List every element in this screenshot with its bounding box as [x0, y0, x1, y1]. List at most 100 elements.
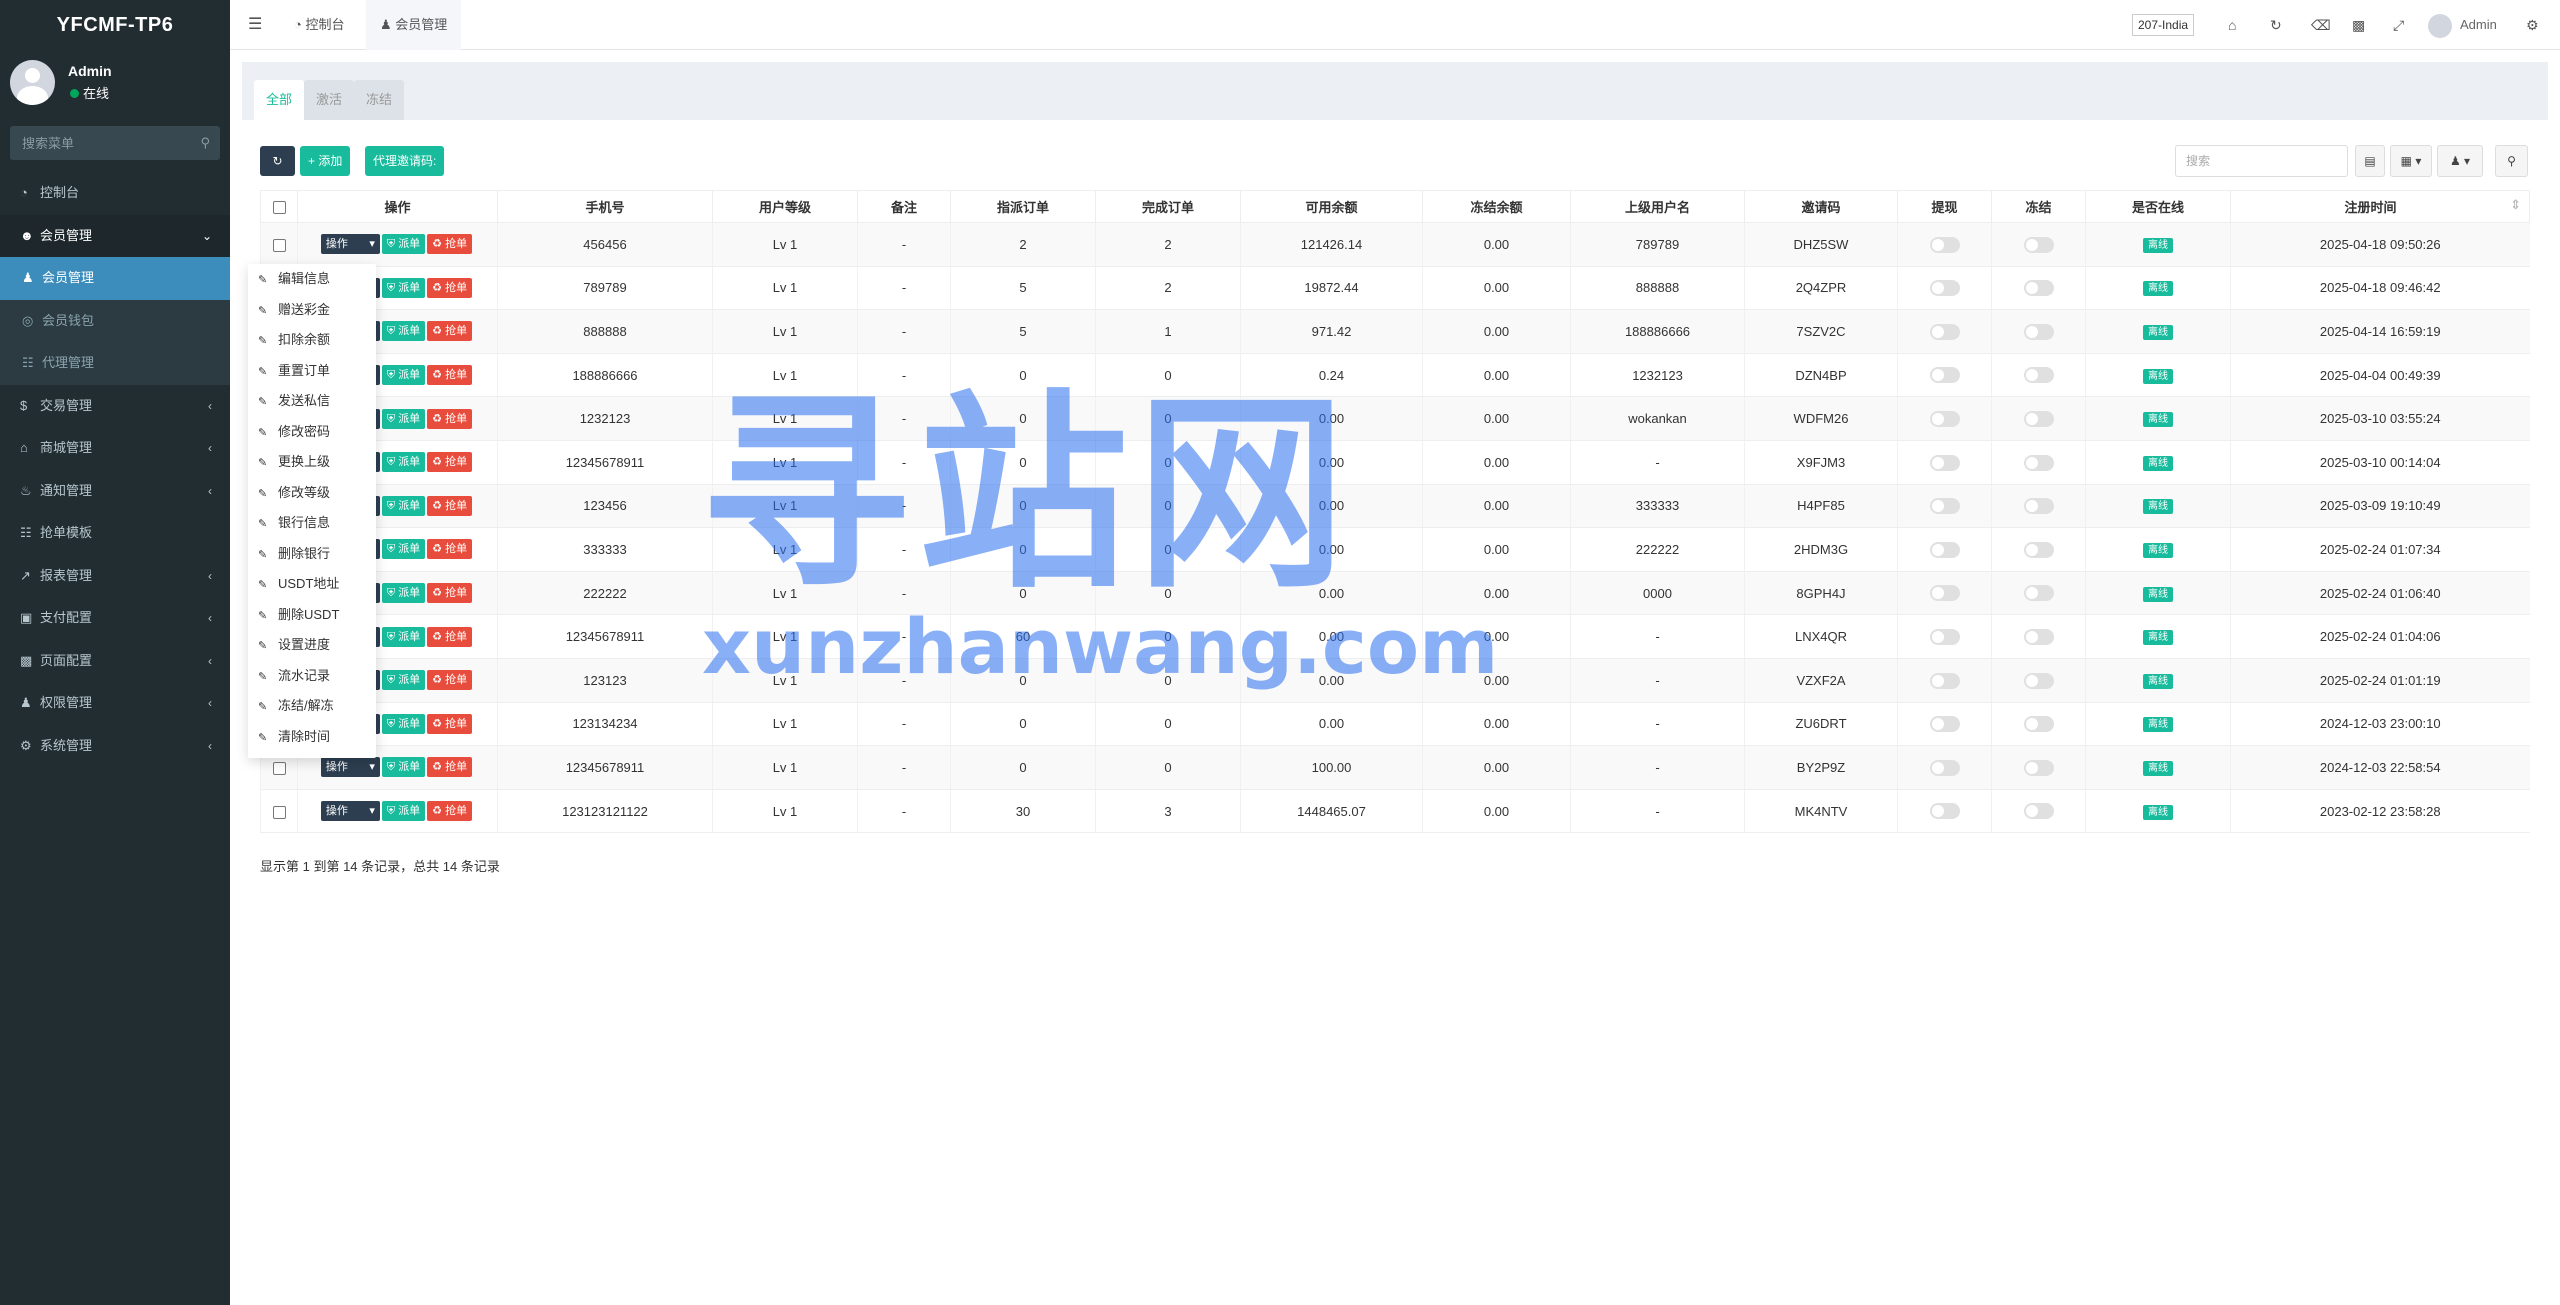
withdraw-toggle[interactable]: [1897, 658, 1992, 703]
sidebar-item-page[interactable]: ▩ 页面配置 ‹: [0, 640, 230, 683]
dispatch-button[interactable]: ⛨ 派单: [381, 583, 426, 604]
sidebar-item-permission[interactable]: ♟ 权限管理 ‹: [0, 682, 230, 725]
dispatch-button[interactable]: ⛨ 派单: [381, 757, 426, 778]
freeze-toggle[interactable]: [1991, 353, 2086, 398]
grab-order-button[interactable]: ♻ 抢单: [427, 277, 473, 298]
dispatch-button[interactable]: ⛨ 派单: [381, 670, 426, 691]
freeze-toggle[interactable]: [1991, 484, 2086, 529]
grab-order-button[interactable]: ♻ 抢单: [427, 452, 473, 473]
freeze-toggle[interactable]: [1991, 222, 2086, 267]
freeze-toggle[interactable]: [1991, 571, 2086, 616]
dropdown-item[interactable]: ✎ 删除USDT: [248, 600, 376, 631]
grab-order-button[interactable]: ♻ 抢单: [427, 626, 473, 647]
withdraw-toggle[interactable]: [1897, 702, 1992, 747]
freeze-toggle[interactable]: [1991, 658, 2086, 703]
freeze-toggle[interactable]: [1991, 396, 2086, 441]
withdraw-toggle[interactable]: [1897, 353, 1992, 398]
grab-order-button[interactable]: ♻ 抢单: [427, 495, 473, 516]
freeze-toggle[interactable]: [1991, 702, 2086, 747]
sidebar-subitem-agent[interactable]: ☷ 代理管理: [0, 342, 230, 385]
sidebar-item-dashboard[interactable]: ◔ 控制台: [0, 172, 230, 215]
dropdown-item[interactable]: ✎ 赠送彩金: [248, 295, 376, 326]
dispatch-button[interactable]: ⛨ 派单: [381, 277, 426, 298]
dispatch-button[interactable]: ⛨ 派单: [381, 626, 426, 647]
refresh-button[interactable]: ↻: [260, 146, 295, 176]
grab-order-button[interactable]: ♻ 抢单: [427, 713, 473, 734]
translate-icon[interactable]: ▩: [2352, 0, 2365, 50]
grab-order-button[interactable]: ♻ 抢单: [427, 321, 473, 342]
sidebar-item-notify[interactable]: ♨ 通知管理 ‹: [0, 470, 230, 513]
row-checkbox[interactable]: [260, 789, 298, 834]
withdraw-toggle[interactable]: [1897, 527, 1992, 572]
dropdown-item[interactable]: ✎ 银行信息: [248, 508, 376, 539]
grab-order-button[interactable]: ♻ 抢单: [427, 801, 473, 822]
sidebar-item-report[interactable]: ↗ 报表管理 ‹: [0, 555, 230, 598]
search-icon[interactable]: ⚲: [200, 135, 210, 151]
sidebar-item-system[interactable]: ⚙ 系统管理 ‹: [0, 725, 230, 768]
sidebar-item-shop[interactable]: ⌂ 商城管理 ‹: [0, 427, 230, 470]
dropdown-item[interactable]: ✎ 修改密码: [248, 417, 376, 448]
sidebar-item-trade[interactable]: $ 交易管理 ‹: [0, 385, 230, 428]
dispatch-button[interactable]: ⛨ 派单: [381, 801, 426, 822]
freeze-toggle[interactable]: [1991, 527, 2086, 572]
dropdown-item[interactable]: ✎ 修改等级: [248, 478, 376, 509]
withdraw-toggle[interactable]: [1897, 571, 1992, 616]
col-header-parent[interactable]: 上级用户名: [1570, 190, 1745, 223]
col-header-freeze[interactable]: 冻结: [1991, 190, 2086, 223]
tab-frozen[interactable]: 冻结: [354, 80, 405, 120]
dropdown-item[interactable]: ✎ 发送私信: [248, 386, 376, 417]
ops-dropdown-button[interactable]: 操作 ▾: [320, 234, 380, 255]
tab-all[interactable]: 全部: [254, 80, 305, 120]
settings-icon[interactable]: ⚙: [2526, 0, 2539, 50]
freeze-toggle[interactable]: [1991, 309, 2086, 354]
grab-order-button[interactable]: ♻ 抢单: [427, 365, 473, 386]
dispatch-button[interactable]: ⛨ 派单: [381, 321, 426, 342]
grab-order-button[interactable]: ♻ 抢单: [427, 234, 473, 255]
sidebar-item-template[interactable]: ☷ 抢单模板: [0, 512, 230, 555]
grab-order-button[interactable]: ♻ 抢单: [427, 757, 473, 778]
table-search-input[interactable]: 搜索: [2175, 145, 2348, 177]
home-icon[interactable]: ⌂: [2228, 0, 2236, 50]
withdraw-toggle[interactable]: [1897, 745, 1992, 790]
col-header-time[interactable]: 注册时间 ⇕: [2230, 190, 2530, 223]
tab-active[interactable]: 激活: [304, 80, 355, 120]
grab-order-button[interactable]: ♻ 抢单: [427, 583, 473, 604]
dispatch-button[interactable]: ⛨ 派单: [381, 452, 426, 473]
freeze-toggle[interactable]: [1991, 614, 2086, 659]
add-button[interactable]: + 添加: [300, 146, 351, 176]
withdraw-toggle[interactable]: [1897, 789, 1992, 834]
table-view-icon[interactable]: ▤: [2355, 145, 2385, 177]
grab-order-button[interactable]: ♻ 抢单: [427, 670, 473, 691]
grab-order-button[interactable]: ♻ 抢单: [427, 539, 473, 560]
app-logo[interactable]: YFCMF-TP6: [0, 0, 230, 50]
fullscreen-icon[interactable]: ⤢: [2393, 0, 2404, 50]
withdraw-toggle[interactable]: [1897, 222, 1992, 267]
dropdown-item[interactable]: ✎ 删除银行: [248, 539, 376, 570]
col-header-balance[interactable]: 可用余额: [1240, 190, 1423, 223]
sidebar-item-member[interactable]: ☻ 会员管理 ⌄: [0, 214, 230, 257]
withdraw-toggle[interactable]: [1897, 396, 1992, 441]
col-header-online[interactable]: 是否在线: [2085, 190, 2231, 223]
row-checkbox[interactable]: [260, 222, 298, 267]
menu-toggle-icon[interactable]: ☰: [248, 0, 262, 50]
col-header-code[interactable]: 邀请码: [1744, 190, 1898, 223]
withdraw-toggle[interactable]: [1897, 440, 1992, 485]
dropdown-item[interactable]: ✎ 清除时间: [248, 722, 376, 753]
sidebar-search-input[interactable]: [10, 126, 220, 160]
dropdown-item[interactable]: ✎ 冻结/解冻: [248, 691, 376, 722]
col-header-level[interactable]: 用户等级: [712, 190, 858, 223]
freeze-toggle[interactable]: [1991, 789, 2086, 834]
dispatch-button[interactable]: ⛨ 派单: [381, 539, 426, 560]
dropdown-item[interactable]: ✎ 流水记录: [248, 661, 376, 692]
dropdown-item[interactable]: ✎ 更换上级: [248, 447, 376, 478]
dispatch-button[interactable]: ⛨ 派单: [381, 713, 426, 734]
export-icon[interactable]: ♟ ▾: [2437, 145, 2483, 177]
tab-dashboard[interactable]: ◔ 控制台: [280, 0, 358, 50]
withdraw-toggle[interactable]: [1897, 266, 1992, 311]
dropdown-item[interactable]: ✎ 编辑信息: [248, 264, 376, 295]
withdraw-toggle[interactable]: [1897, 484, 1992, 529]
dispatch-button[interactable]: ⛨ 派单: [381, 408, 426, 429]
tab-member[interactable]: ♟ 会员管理: [366, 0, 462, 50]
columns-icon[interactable]: ▦ ▾: [2390, 145, 2432, 177]
col-header-note[interactable]: 备注: [857, 190, 951, 223]
